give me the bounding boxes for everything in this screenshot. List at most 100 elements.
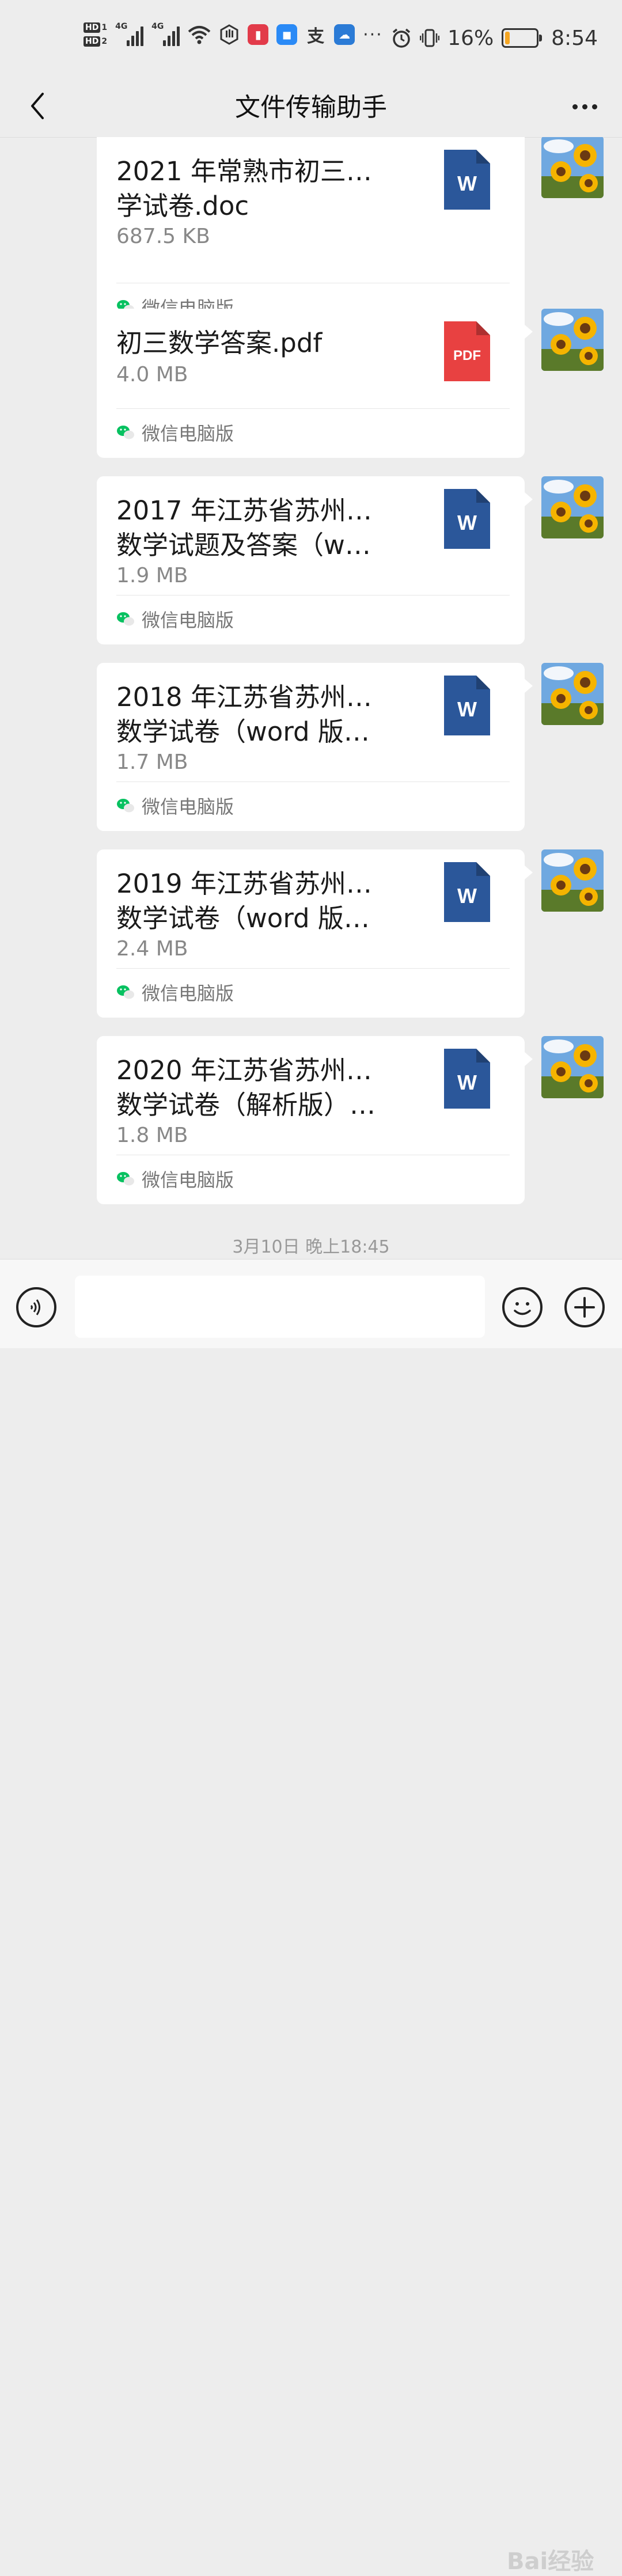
- file-message[interactable]: 2018 年江苏省苏州市中考数学试卷（word 版含…1.7 MB微信电脑版W: [97, 663, 533, 831]
- chevron-left-icon: [31, 93, 44, 119]
- file-type-label: W: [457, 511, 477, 534]
- chat-app-icon: ◼: [276, 24, 298, 45]
- wechat-icon: [117, 799, 134, 813]
- wechat-icon: [117, 426, 134, 439]
- clock: 8:54: [551, 26, 598, 50]
- word-file-icon: W: [444, 862, 490, 922]
- smiley-icon: [514, 1302, 531, 1315]
- file-size: 1.7 MB: [116, 750, 188, 774]
- file-message[interactable]: 2017 年江苏省苏州市中考数学试题及答案（wor…1.9 MB 微信电脑版 W: [97, 476, 533, 644]
- file-source-label: 微信电脑版: [142, 796, 234, 818]
- chat-header: 文件传输助手: [0, 78, 622, 138]
- avatar[interactable]: [541, 137, 604, 198]
- avatar[interactable]: [541, 309, 604, 371]
- avatar[interactable]: [541, 476, 604, 538]
- file-name-line1: 2019 年江苏省苏州市中考: [116, 868, 381, 899]
- wechat-icon: [117, 612, 134, 626]
- file-source-label: 微信电脑版: [142, 609, 234, 631]
- input-bar: Bai经验: [0, 1259, 622, 2575]
- file-size: 1.9 MB: [116, 564, 188, 587]
- more-options-button[interactable]: [564, 89, 605, 124]
- file-size: 2.4 MB: [116, 937, 188, 961]
- file-card[interactable]: 2019 年江苏省苏州市中考数学试卷（word 版含…2.4 MB微信电脑版W: [97, 849, 533, 1018]
- file-message[interactable]: 2020 年江苏省苏州市中考数学试卷（解析版）.docx1.8 MB微信电脑版W: [97, 1036, 533, 1204]
- avatar[interactable]: [541, 663, 604, 725]
- file-name: 初三数学答案.pdf: [116, 326, 381, 361]
- file-source: 微信电脑版: [116, 421, 234, 445]
- hd-indicators: HD 1 HD 2: [84, 22, 107, 47]
- more-dots-icon: ···: [363, 24, 383, 45]
- pdf-file-icon: PDF: [444, 321, 490, 381]
- more-dot-icon: [582, 104, 587, 109]
- file-name-line1: 初三数学答案.pdf: [116, 328, 323, 358]
- file-card[interactable]: 2021 年常熟市初三一模数学试卷.doc687.5 KB微信电脑版W: [97, 137, 525, 332]
- wechat-icon: [117, 1172, 134, 1186]
- emoji-button[interactable]: [502, 1287, 543, 1327]
- file-name-line2: 数学试卷（word 版含…: [116, 903, 381, 934]
- file-name-line2: 学试卷.doc: [116, 191, 249, 221]
- status-bar: HD 1 HD 2 4G 4G ▮ ◼ 支 ☁ ··· 16% 8:54: [0, 0, 622, 78]
- card-divider: [116, 408, 510, 409]
- file-type-label: W: [457, 1071, 477, 1094]
- file-message[interactable]: 2021 年常熟市初三一模数学试卷.doc687.5 KB微信电脑版W: [97, 137, 525, 332]
- wifi-icon: [188, 26, 211, 44]
- file-name: 2020 年江苏省苏州市中考数学试卷（解析版）.docx: [116, 1053, 381, 1122]
- file-card[interactable]: 2020 年江苏省苏州市中考数学试卷（解析版）.docx1.8 MB微信电脑版W: [97, 1036, 533, 1204]
- back-button[interactable]: [17, 86, 58, 126]
- file-size: 4.0 MB: [116, 363, 188, 386]
- file-source: 微信电脑版: [116, 981, 234, 1004]
- file-source: 微信电脑版: [116, 1167, 234, 1191]
- file-type-label: W: [457, 697, 477, 721]
- file-name-line1: 2021 年常熟市初三一模数: [116, 156, 381, 187]
- file-name: 2017 年江苏省苏州市中考数学试题及答案（wor…: [116, 494, 381, 563]
- alarm-icon: [393, 28, 411, 48]
- file-name-line1: 2020 年江苏省苏州市中考: [116, 1055, 381, 1086]
- hd1-indicator: HD 1: [84, 22, 107, 33]
- more-dot-icon: [591, 104, 597, 109]
- file-name-line2: 数学试卷（word 版含…: [116, 716, 381, 747]
- file-name-line2: 数学试卷（解析版）.docx: [116, 1090, 381, 1120]
- file-name-line1: 2018 年江苏省苏州市中考: [116, 682, 381, 712]
- file-name-line2: 数学试题及答案（wor…: [116, 530, 381, 560]
- file-name: 2021 年常熟市初三一模数学试卷.doc: [116, 154, 381, 223]
- battery-icon: [502, 28, 543, 48]
- chat-title: 文件传输助手: [235, 93, 387, 122]
- card-divider: [116, 968, 510, 969]
- watermark: Bai经验: [507, 2548, 594, 2575]
- wechat-icon: [117, 985, 134, 999]
- battery-percent: 16%: [447, 26, 494, 50]
- file-type-label: W: [457, 172, 477, 195]
- file-card[interactable]: 初三数学答案.pdf 4.0 MB 微信电脑版 PDF: [97, 309, 533, 458]
- file-message[interactable]: 2019 年江苏省苏州市中考数学试卷（word 版含…2.4 MB微信电脑版W: [97, 849, 533, 1018]
- word-file-icon: W: [444, 676, 490, 735]
- voice-icon: [30, 1299, 40, 1315]
- more-functions-button[interactable]: [564, 1287, 605, 1327]
- file-source-label: 微信电脑版: [142, 982, 234, 1004]
- status-right: 16% 8:54: [391, 21, 598, 55]
- file-type-label: PDF: [453, 348, 481, 363]
- hd2-indicator: HD 2: [84, 36, 107, 47]
- file-card[interactable]: 2018 年江苏省苏州市中考数学试卷（word 版含…1.7 MB微信电脑版W: [97, 663, 533, 831]
- file-type-label: W: [457, 884, 477, 908]
- file-size: 687.5 KB: [116, 225, 210, 248]
- signal-1-icon: 4G: [115, 22, 144, 46]
- voice-input-button[interactable]: [16, 1287, 56, 1327]
- card-divider: [116, 781, 510, 782]
- signal-2-icon: 4G: [151, 22, 180, 46]
- file-source-label: 微信电脑版: [142, 423, 234, 445]
- file-name: 2019 年江苏省苏州市中考数学试卷（word 版含…: [116, 867, 381, 936]
- word-file-icon: W: [444, 489, 490, 549]
- file-card[interactable]: 2017 年江苏省苏州市中考数学试题及答案（wor…1.9 MB 微信电脑版 W: [97, 476, 533, 644]
- avatar[interactable]: [541, 1036, 604, 1098]
- word-file-icon: W: [444, 1049, 490, 1109]
- file-name: 2018 年江苏省苏州市中考数学试卷（word 版含…: [116, 680, 381, 749]
- avatar[interactable]: [541, 849, 604, 912]
- status-left: HD 1 HD 2 4G 4G ▮ ◼ 支 ☁ ···: [84, 17, 383, 52]
- message-list[interactable]: 2021 年常熟市初三一模数学试卷.doc687.5 KB微信电脑版W初三数学答…: [0, 137, 622, 1259]
- message-input[interactable]: [75, 1276, 485, 1338]
- file-source: 微信电脑版: [116, 794, 234, 818]
- battery-fill: [505, 32, 510, 44]
- message-timestamp: 3月10日 晚上18:45: [232, 1237, 390, 1257]
- alipay-icon: 支: [307, 26, 325, 47]
- file-message[interactable]: 初三数学答案.pdf 4.0 MB 微信电脑版 PDF: [97, 309, 533, 458]
